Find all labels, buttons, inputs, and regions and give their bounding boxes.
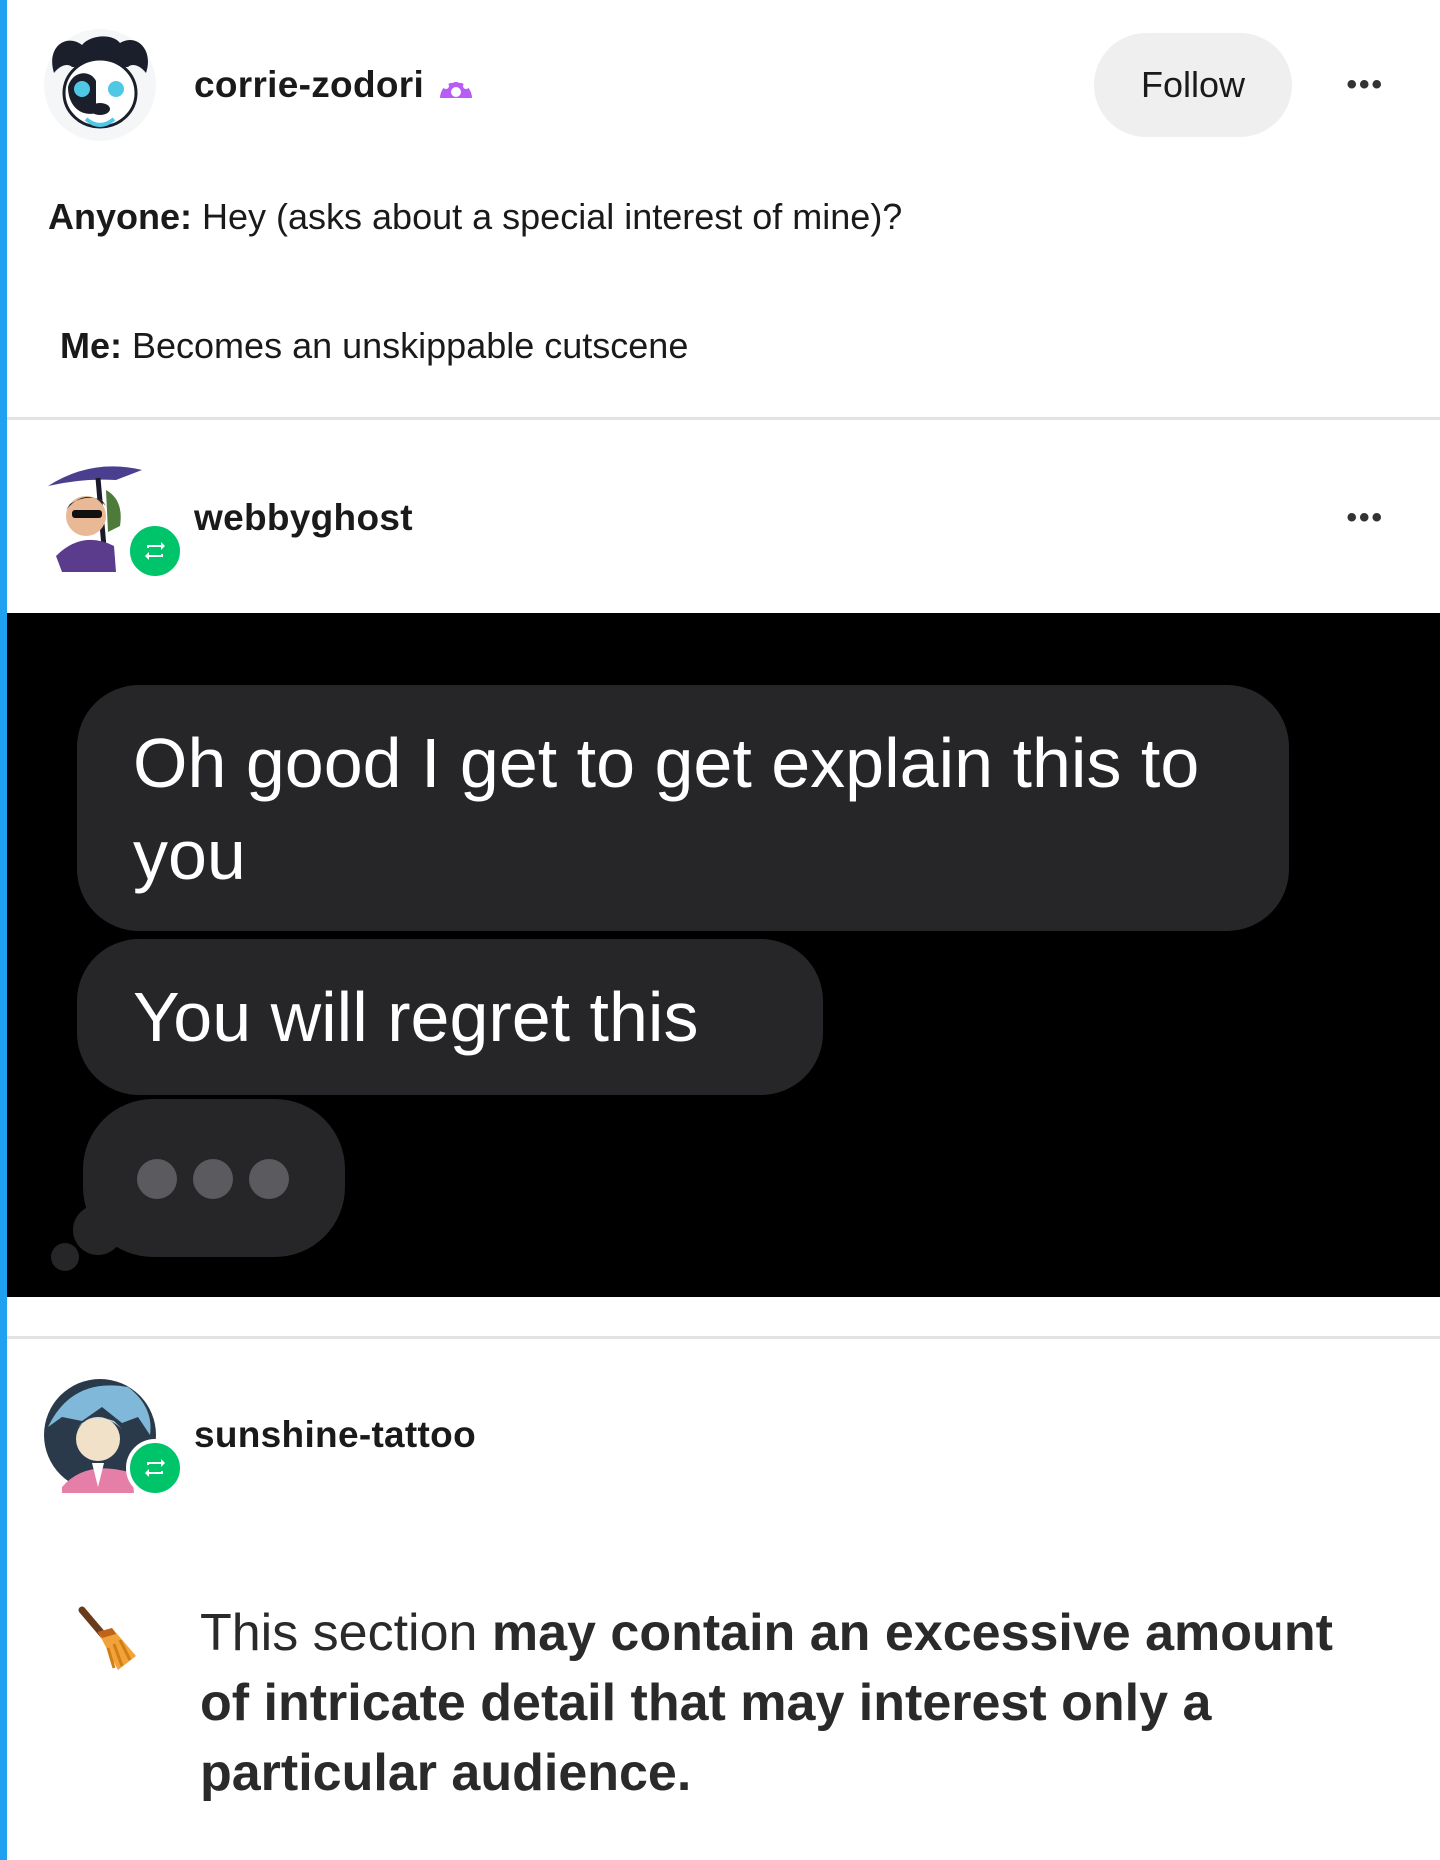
post-header-sunshine-tattoo: sunshine-tattoo [42, 1377, 1440, 1497]
screenshot-image: Oh good I get to get explain this to you… [7, 613, 1440, 1297]
post-text-line-2: Me: Becomes an unskippable cutscene [60, 325, 688, 367]
more-options-icon[interactable]: ••• [1346, 68, 1384, 102]
typing-dot [193, 1159, 233, 1199]
post-divider [7, 417, 1440, 420]
username[interactable]: webbyghost [194, 497, 413, 539]
community-badge-icon [436, 68, 476, 102]
avatar-webbyghost[interactable] [42, 460, 184, 580]
reblog-badge-icon [126, 1439, 184, 1497]
speaker-label: Anyone: [48, 196, 192, 237]
post-header-corrie-zodori: corrie-zodori Follow ••• [42, 20, 1440, 150]
content-warning-text: This section may contain an excessive am… [200, 1598, 1380, 1808]
more-options-icon[interactable]: ••• [1346, 501, 1384, 535]
username[interactable]: sunshine-tattoo [194, 1414, 476, 1456]
avatar-corrie-zodori[interactable] [42, 27, 158, 143]
follow-button[interactable]: Follow [1094, 33, 1292, 137]
post-header-webbyghost: webbyghost ••• [42, 460, 1440, 580]
dialogue-text: Becomes an unskippable cutscene [122, 325, 689, 366]
message-bubble-1: Oh good I get to get explain this to you [77, 685, 1289, 931]
username[interactable]: corrie-zodori [194, 64, 424, 106]
post-divider [7, 1336, 1440, 1339]
warning-normal-text: This section [200, 1604, 492, 1662]
broom-icon [74, 1604, 146, 1676]
speaker-label: Me: [60, 325, 122, 366]
typing-dot [249, 1159, 289, 1199]
dialogue-text: Hey (asks about a special interest of mi… [192, 196, 903, 237]
typing-dot [137, 1159, 177, 1199]
avatar-image [44, 29, 156, 141]
avatar-sunshine-tattoo[interactable] [42, 1377, 184, 1497]
left-accent-bar [0, 0, 7, 1860]
reblog-badge-icon [126, 522, 184, 580]
message-bubble-2: You will regret this [77, 939, 823, 1095]
post-text-line-1: Anyone: Hey (asks about a special intere… [48, 196, 902, 238]
